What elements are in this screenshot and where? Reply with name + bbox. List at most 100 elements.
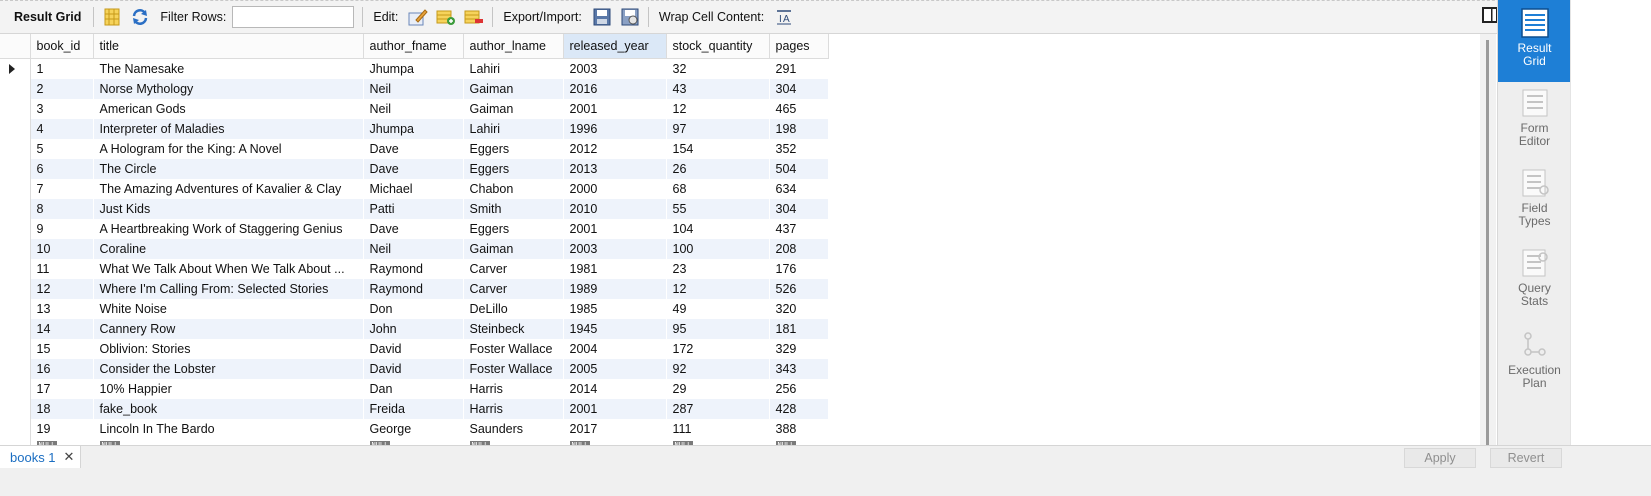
cell-stock-quantity[interactable]: 29 bbox=[666, 379, 769, 399]
cell-stock-quantity[interactable]: 23 bbox=[666, 259, 769, 279]
cell-book-id[interactable]: 14 bbox=[30, 319, 93, 339]
cell-book-id[interactable]: 18 bbox=[30, 399, 93, 419]
cell-title[interactable]: The Amazing Adventures of Kavalier & Cla… bbox=[93, 179, 363, 199]
table-row[interactable]: 10 Coraline Neil Gaiman 2003 100 208 bbox=[0, 239, 828, 259]
cell-author-lname[interactable]: Foster Wallace bbox=[463, 359, 563, 379]
row-selector[interactable] bbox=[0, 159, 31, 179]
table-row[interactable]: 8 Just Kids Patti Smith 2010 55 304 bbox=[0, 199, 828, 219]
cell-author-fname[interactable]: Neil bbox=[363, 239, 463, 259]
cell-pages[interactable]: 352 bbox=[769, 139, 828, 159]
row-selector[interactable] bbox=[0, 319, 31, 339]
cell-stock-quantity[interactable]: 43 bbox=[666, 79, 769, 99]
cell-author-lname[interactable]: Gaiman bbox=[463, 239, 563, 259]
row-selector[interactable] bbox=[0, 259, 31, 279]
result-grid[interactable]: book_id title author_fname author_lname … bbox=[0, 34, 1480, 445]
row-selector[interactable] bbox=[0, 339, 31, 359]
cell-released-year[interactable]: 1945 bbox=[563, 319, 666, 339]
cell-pages[interactable]: 320 bbox=[769, 299, 828, 319]
cell-author-fname[interactable]: David bbox=[363, 359, 463, 379]
cell-title[interactable]: American Gods bbox=[93, 99, 363, 119]
row-selector[interactable] bbox=[0, 359, 31, 379]
cell-stock-quantity[interactable]: 154 bbox=[666, 139, 769, 159]
cell-pages[interactable]: 291 bbox=[769, 59, 828, 80]
cell-book-id[interactable]: 3 bbox=[30, 99, 93, 119]
table-row[interactable]: 7 The Amazing Adventures of Kavalier & Cl… bbox=[0, 179, 828, 199]
cell-title[interactable]: Interpreter of Maladies bbox=[93, 119, 363, 139]
cell-stock-quantity[interactable]: 287 bbox=[666, 399, 769, 419]
cell-title[interactable]: fake_book bbox=[93, 399, 363, 419]
cell-author-fname[interactable]: Dave bbox=[363, 139, 463, 159]
row-selector[interactable] bbox=[0, 139, 31, 159]
cell-author-lname[interactable]: DeLillo bbox=[463, 299, 563, 319]
cell-title[interactable]: A Heartbreaking Work of Staggering Geniu… bbox=[93, 219, 363, 239]
cell-released-year[interactable]: 2013 bbox=[563, 159, 666, 179]
cell-author-fname[interactable]: Freida bbox=[363, 399, 463, 419]
cell-title[interactable]: The Namesake bbox=[93, 59, 363, 80]
cell-book-id[interactable]: 11 bbox=[30, 259, 93, 279]
cell-author-fname[interactable]: Dave bbox=[363, 159, 463, 179]
apply-button[interactable]: Apply bbox=[1404, 448, 1476, 468]
cell-title[interactable]: A Hologram for the King: A Novel bbox=[93, 139, 363, 159]
row-selector[interactable] bbox=[0, 79, 31, 99]
cell-title[interactable]: Norse Mythology bbox=[93, 79, 363, 99]
cell-pages[interactable]: 329 bbox=[769, 339, 828, 359]
form-editor-view-button[interactable]: Form Editor bbox=[1498, 88, 1571, 158]
table-row[interactable]: 19 Lincoln In The Bardo George Saunders 2017… bbox=[0, 419, 828, 439]
row-selector[interactable] bbox=[0, 99, 31, 119]
cell-author-fname[interactable]: Raymond bbox=[363, 279, 463, 299]
cell-stock-quantity[interactable]: 100 bbox=[666, 239, 769, 259]
cell-title[interactable]: Where I'm Calling From: Selected Stories bbox=[93, 279, 363, 299]
cell-released-year[interactable]: 2005 bbox=[563, 359, 666, 379]
cell-author-lname[interactable]: Foster Wallace bbox=[463, 339, 563, 359]
cell-author-fname[interactable]: David bbox=[363, 339, 463, 359]
cell-released-year[interactable]: 2004 bbox=[563, 339, 666, 359]
cell-author-lname[interactable]: Harris bbox=[463, 399, 563, 419]
insert-row-icon[interactable] bbox=[434, 5, 458, 29]
cell-released-year[interactable]: 2001 bbox=[563, 219, 666, 239]
column-header-released-year[interactable]: released_year bbox=[563, 34, 667, 59]
cell-book-id[interactable]: 12 bbox=[30, 279, 93, 299]
toggle-panel-icon[interactable] bbox=[1482, 7, 1498, 23]
cell-book-id[interactable]: 7 bbox=[30, 179, 93, 199]
cell-stock-quantity[interactable]: 12 bbox=[666, 279, 769, 299]
cell-author-lname[interactable]: Harris bbox=[463, 379, 563, 399]
cell-pages[interactable]: 504 bbox=[769, 159, 828, 179]
cell-stock-quantity[interactable]: 92 bbox=[666, 359, 769, 379]
result-tab-books-1[interactable]: books 1 ✕ bbox=[0, 446, 82, 468]
row-selector[interactable] bbox=[0, 279, 31, 299]
table-row[interactable]: 5A Hologram for the King: A Novel Dave Egg… bbox=[0, 139, 828, 159]
table-row[interactable]: 16 Consider the Lobster David Foster Wallac… bbox=[0, 359, 828, 379]
revert-button[interactable]: Revert bbox=[1490, 448, 1562, 468]
cell-title[interactable]: Coraline bbox=[93, 239, 363, 259]
column-header-author-fname[interactable]: author_fname bbox=[363, 34, 464, 59]
cell-pages[interactable]: 198 bbox=[769, 119, 828, 139]
cell-book-id[interactable]: 10 bbox=[30, 239, 93, 259]
cell-released-year[interactable]: 2001 bbox=[563, 99, 666, 119]
cell-title[interactable]: Consider the Lobster bbox=[93, 359, 363, 379]
filter-rows-input[interactable] bbox=[232, 6, 355, 28]
cell-book-id[interactable]: 5 bbox=[30, 139, 93, 159]
cell-stock-quantity[interactable]: 68 bbox=[666, 179, 769, 199]
cell-book-id[interactable]: 9 bbox=[30, 219, 93, 239]
row-selector[interactable] bbox=[0, 219, 31, 239]
refresh-icon[interactable] bbox=[128, 5, 152, 29]
cell-released-year[interactable]: 2010 bbox=[563, 199, 666, 219]
row-selector[interactable] bbox=[0, 119, 31, 139]
cell-released-year[interactable]: 2017 bbox=[563, 419, 666, 439]
cell-author-lname[interactable]: Carver bbox=[463, 279, 563, 299]
table-row[interactable]: 1 The Namesake Jhumpa Lahiri 2003 32 291 bbox=[0, 58, 828, 80]
cell-author-fname[interactable]: Jhumpa bbox=[363, 59, 463, 80]
column-header-author-lname[interactable]: author_lname bbox=[463, 34, 564, 59]
table-row[interactable]: 3 American Gods Neil Gaiman 2001 12 465 bbox=[0, 99, 828, 119]
cell-author-lname[interactable]: Chabon bbox=[463, 179, 563, 199]
cell-stock-quantity[interactable]: 55 bbox=[666, 199, 769, 219]
column-header-pages[interactable]: pages bbox=[769, 34, 829, 59]
cell-released-year[interactable]: 1985 bbox=[563, 299, 666, 319]
cell-stock-quantity[interactable]: 111 bbox=[666, 419, 769, 439]
row-selector[interactable] bbox=[0, 199, 31, 219]
cell-released-year[interactable]: 1981 bbox=[563, 259, 666, 279]
cell-author-lname[interactable]: Smith bbox=[463, 199, 563, 219]
cell-author-fname[interactable]: Michael bbox=[363, 179, 463, 199]
cell-author-lname[interactable]: Eggers bbox=[463, 159, 563, 179]
cell-author-fname[interactable]: John bbox=[363, 319, 463, 339]
